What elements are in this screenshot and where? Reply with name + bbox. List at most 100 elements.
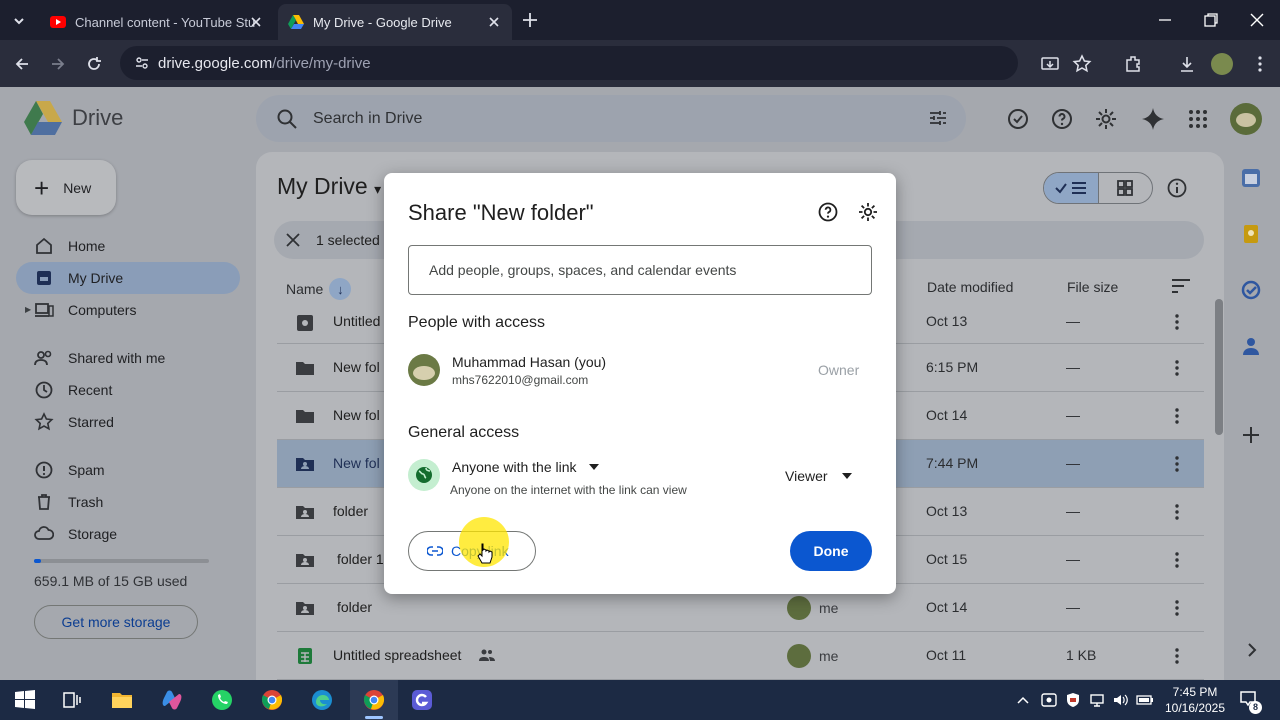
minimize-icon[interactable] <box>1155 10 1175 30</box>
sidebar-item-shared[interactable]: Shared with me <box>24 342 240 374</box>
close-tab-icon[interactable] <box>248 14 264 30</box>
offline-ready-icon[interactable] <box>1006 107 1030 131</box>
tray-chevron-icon[interactable] <box>1016 693 1030 707</box>
date-modified: 6:15 PM <box>926 359 979 375</box>
address-bar[interactable]: drive.google.com/drive/my-drive <box>120 46 1018 80</box>
done-button[interactable]: Done <box>790 531 872 571</box>
scrollbar[interactable] <box>1215 299 1223 435</box>
drive-logo[interactable]: Drive <box>24 101 123 135</box>
add-addon-icon[interactable] <box>1240 424 1262 446</box>
grid-view-button[interactable] <box>1099 173 1152 203</box>
access-role-dropdown[interactable]: Viewer <box>785 468 852 484</box>
new-button[interactable]: + New <box>16 160 116 215</box>
sidebar-item-home[interactable]: Home <box>24 230 240 262</box>
tab-search-icon[interactable] <box>10 12 28 30</box>
taskbar: 7:45 PM 10/16/2025 8 <box>0 680 1280 720</box>
shared-people-icon <box>479 649 495 661</box>
settings-gear-icon[interactable] <box>857 201 879 223</box>
table-row[interactable]: Untitled spreadsheet me Oct 11 1 KB <box>277 632 1204 680</box>
copilot-icon[interactable] <box>160 688 184 712</box>
apps-grid-icon[interactable] <box>1186 107 1210 131</box>
network-icon[interactable] <box>1089 692 1105 708</box>
sort-options-icon[interactable] <box>1170 277 1192 295</box>
date-modified: 7:44 PM <box>926 455 979 471</box>
app-g-icon[interactable] <box>410 688 434 712</box>
sidebar-item-starred[interactable]: Starred <box>24 406 240 438</box>
bookmark-star-icon[interactable] <box>1072 54 1092 74</box>
close-window-icon[interactable] <box>1247 10 1267 30</box>
profile-avatar[interactable] <box>1211 53 1233 75</box>
more-actions-icon[interactable] <box>1167 598 1187 618</box>
more-actions-icon[interactable] <box>1167 646 1187 666</box>
search-bar[interactable]: Search in Drive <box>256 95 966 142</box>
downloads-icon[interactable] <box>1177 54 1197 74</box>
view-toggle[interactable] <box>1043 172 1153 204</box>
page-title[interactable]: My Drive ▾ <box>277 173 381 200</box>
add-people-input[interactable]: Add people, groups, spaces, and calendar… <box>408 245 872 295</box>
security-shield-icon[interactable] <box>1065 692 1081 708</box>
clear-selection-icon[interactable] <box>286 233 300 247</box>
help-icon[interactable] <box>1050 107 1074 131</box>
sidebar-item-recent[interactable]: Recent <box>24 374 240 406</box>
chrome-icon[interactable] <box>260 688 284 712</box>
search-options-icon[interactable] <box>928 108 948 128</box>
taskbar-clock[interactable]: 7:45 PM 10/16/2025 <box>1160 684 1230 716</box>
gemini-sparkle-icon[interactable] <box>1141 107 1165 131</box>
volume-icon[interactable] <box>1112 692 1128 708</box>
back-icon[interactable] <box>12 54 32 74</box>
more-actions-icon[interactable] <box>1167 502 1187 522</box>
list-view-button[interactable] <box>1044 173 1099 203</box>
install-app-icon[interactable] <box>1040 54 1060 74</box>
chrome-profile-icon[interactable] <box>362 688 386 712</box>
reload-icon[interactable] <box>84 54 104 74</box>
details-info-icon[interactable] <box>1166 177 1188 199</box>
account-avatar[interactable] <box>1230 103 1262 135</box>
sidebar-item-label: Storage <box>68 526 118 542</box>
contacts-icon[interactable] <box>1240 335 1262 357</box>
extensions-icon[interactable] <box>1123 54 1143 74</box>
help-icon[interactable] <box>817 201 839 223</box>
task-view-icon[interactable] <box>60 688 84 712</box>
tab-google-drive[interactable]: My Drive - Google Drive <box>278 4 512 40</box>
settings-gear-icon[interactable] <box>1094 107 1118 131</box>
more-actions-icon[interactable] <box>1167 358 1187 378</box>
more-actions-icon[interactable] <box>1167 454 1187 474</box>
battery-icon[interactable] <box>1136 693 1154 707</box>
column-header-date[interactable]: Date modified <box>927 279 1013 295</box>
windows-start-icon[interactable] <box>13 688 37 712</box>
edge-icon[interactable] <box>310 688 334 712</box>
sidebar-item-trash[interactable]: Trash <box>24 486 240 518</box>
expand-panel-icon[interactable] <box>1244 642 1260 658</box>
keep-icon[interactable] <box>1240 223 1262 245</box>
tasks-icon[interactable] <box>1240 279 1262 301</box>
calendar-icon[interactable] <box>1240 167 1262 189</box>
column-header-size[interactable]: File size <box>1067 279 1118 295</box>
date-modified: Oct 11 <box>926 647 967 663</box>
sidebar-item-spam[interactable]: Spam <box>24 454 240 486</box>
restore-icon[interactable] <box>1201 10 1221 30</box>
new-tab-icon[interactable] <box>521 11 539 29</box>
file-name: New fol <box>333 359 380 375</box>
file-name: folder <box>333 503 369 519</box>
get-more-storage-button[interactable]: Get more storage <box>34 605 198 639</box>
close-tab-icon[interactable] <box>486 14 502 30</box>
sidebar-item-my-drive[interactable]: My Drive <box>16 262 240 294</box>
sheets-icon <box>298 648 312 664</box>
sidebar-item-label: Recent <box>68 382 113 398</box>
more-actions-icon[interactable] <box>1167 550 1187 570</box>
site-info-icon[interactable] <box>134 55 150 71</box>
sidebar-item-computers[interactable]: Computers <box>24 294 240 326</box>
sidebar-item-storage[interactable]: Storage <box>24 518 240 550</box>
sidebar-item-label: Computers <box>68 302 137 318</box>
file-explorer-icon[interactable] <box>110 688 134 712</box>
tray-app-icon[interactable] <box>1041 692 1057 708</box>
sort-arrow-icon[interactable]: ↓ <box>329 278 352 300</box>
access-type-dropdown[interactable]: Anyone with the link <box>452 459 599 475</box>
tab-youtube-studio[interactable]: Channel content - YouTube Stu <box>40 4 274 40</box>
forward-icon[interactable] <box>48 54 68 74</box>
whatsapp-icon[interactable] <box>210 688 234 712</box>
more-actions-icon[interactable] <box>1167 312 1187 332</box>
more-actions-icon[interactable] <box>1167 406 1187 426</box>
column-header-name[interactable]: Name ↓ <box>286 278 352 300</box>
browser-menu-icon[interactable] <box>1250 54 1270 74</box>
